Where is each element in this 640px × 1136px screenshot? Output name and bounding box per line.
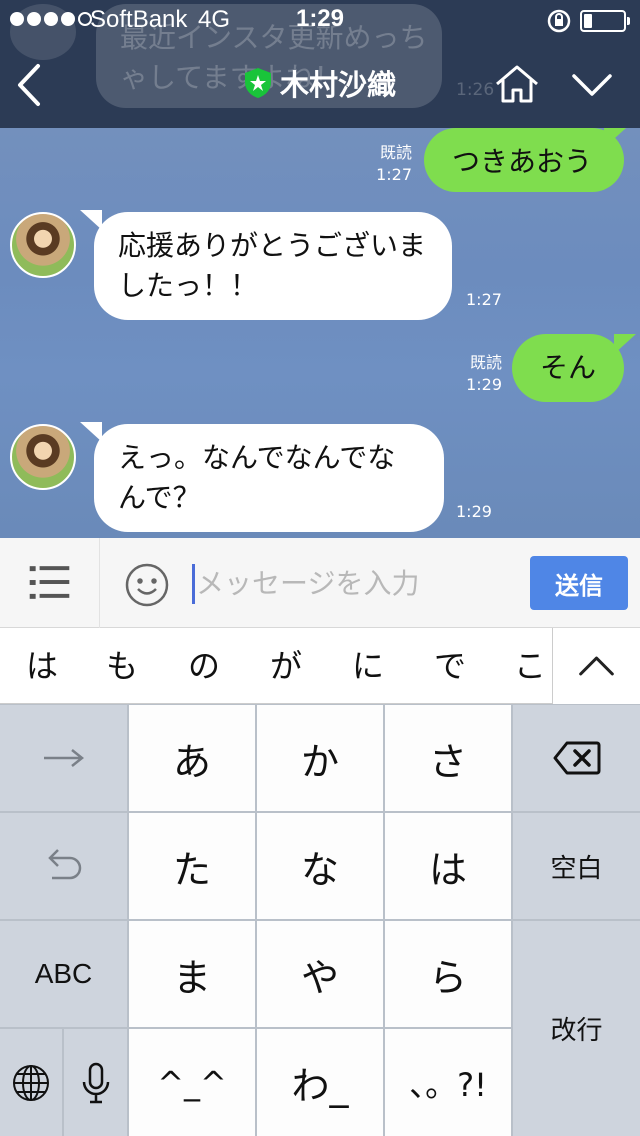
read-receipt: 既読 (379, 143, 412, 162)
home-icon (496, 65, 538, 103)
message-time: 1:29 (456, 502, 492, 521)
list-icon (29, 566, 70, 599)
header: 最近インスタ更新めっちゃしてますよね！ 1:26 SoftBank 4G 1:2… (0, 0, 640, 128)
key-wa[interactable]: わ_ (257, 1029, 383, 1136)
battery-tip (627, 17, 630, 25)
next-candidate-key[interactable] (0, 705, 127, 811)
message-text: えっ。なんでなんでなんで？ (118, 441, 396, 514)
return-key[interactable]: 改行 (513, 921, 640, 1136)
message-text: つきあおう (452, 145, 593, 178)
microphone-icon (82, 1062, 109, 1103)
suggestion-item[interactable]: が (256, 628, 316, 704)
smiley-icon (125, 563, 169, 607)
contact-name[interactable]: 木村沙織 (280, 62, 396, 104)
menu-list-button[interactable] (0, 538, 100, 628)
message-text: 応援ありがとうございましたっ！！ (118, 229, 427, 302)
expand-suggestions-button[interactable] (552, 628, 640, 704)
arrow-right-icon (43, 749, 84, 767)
suggestion-item[interactable]: は (12, 628, 72, 704)
chevron-down-icon (572, 74, 612, 96)
message-bubble-incoming[interactable]: 応援ありがとうございましたっ！！ (94, 212, 452, 320)
contact-avatar[interactable] (10, 424, 76, 490)
chevron-up-icon (579, 656, 614, 676)
suggestion-item[interactable]: の (174, 628, 234, 704)
message-bubble-outgoing[interactable]: つきあおう (424, 128, 624, 192)
undo-icon (47, 849, 81, 880)
read-receipt: 既読 (469, 353, 502, 372)
send-button[interactable]: 送信 (530, 556, 628, 610)
message-time: 1:29 (466, 375, 502, 394)
key-sa[interactable]: さ (385, 705, 511, 811)
key-ra[interactable]: ら (385, 921, 511, 1027)
text-cursor (192, 564, 195, 604)
message-bubble-outgoing[interactable]: そん (512, 334, 624, 402)
emoji-button[interactable] (124, 562, 170, 608)
globe-key[interactable] (0, 1029, 62, 1136)
message-1-meta: 既読 1:27 (360, 142, 412, 186)
space-key[interactable]: 空白 (513, 813, 640, 919)
rotation-lock-icon (547, 9, 571, 33)
message-input[interactable] (196, 558, 516, 608)
microphone-key[interactable] (64, 1029, 127, 1136)
menu-down-button[interactable] (570, 70, 614, 100)
suggestion-bar: は も の が に で こ (0, 628, 640, 704)
battery-level (584, 14, 592, 28)
suggestion-item[interactable]: で (420, 628, 480, 704)
abc-key[interactable]: ABC (0, 921, 127, 1027)
carrier-name: SoftBank (90, 6, 188, 33)
key-ha[interactable]: は (385, 813, 511, 919)
signal-strength-icon (10, 12, 92, 26)
key-ta[interactable]: た (129, 813, 255, 919)
key-a[interactable]: あ (129, 705, 255, 811)
message-3-meta: 既読 1:29 (450, 352, 502, 396)
message-time: 1:27 (376, 165, 412, 184)
status-time: 1:29 (295, 5, 345, 32)
message-input-bar: 送信 (0, 538, 640, 628)
message-time: 1:27 (466, 290, 502, 309)
suggestion-item[interactable]: こ (500, 628, 560, 704)
network-type: 4G (198, 6, 231, 33)
key-ya[interactable]: や (257, 921, 383, 1027)
backspace-icon (553, 741, 600, 775)
key-na[interactable]: な (257, 813, 383, 919)
key-punctuation[interactable]: 、。?! (385, 1029, 511, 1136)
battery-icon (580, 10, 626, 32)
key-ka[interactable]: か (257, 705, 383, 811)
suggestion-item[interactable]: に (338, 628, 398, 704)
title-wrap: 木村沙織 (0, 62, 640, 104)
message-bubble-incoming[interactable]: えっ。なんでなんでなんで？ (94, 424, 444, 532)
key-ma[interactable]: ま (129, 921, 255, 1027)
undo-key[interactable] (0, 813, 127, 919)
contact-avatar[interactable] (10, 212, 76, 278)
chat-area[interactable]: 既読 1:27 つきあおう 応援ありがとうございましたっ！！ 1:27 既読 1… (0, 128, 640, 538)
key-kaomoji[interactable]: ^_^ (129, 1029, 255, 1136)
nav-bar: 木村沙織 (0, 40, 640, 128)
suggestion-item[interactable]: も (92, 628, 152, 704)
keyboard: あ か さ た な は 空白 ABC ま や ら 改行 ^_^ わ_ 、。?! (0, 704, 640, 1136)
home-button[interactable] (494, 64, 540, 104)
status-bar: SoftBank 4G 1:29 (0, 0, 640, 40)
message-text: そん (540, 351, 597, 384)
shield-star-icon (244, 68, 271, 98)
backspace-key[interactable] (513, 705, 640, 811)
globe-icon (13, 1064, 49, 1101)
